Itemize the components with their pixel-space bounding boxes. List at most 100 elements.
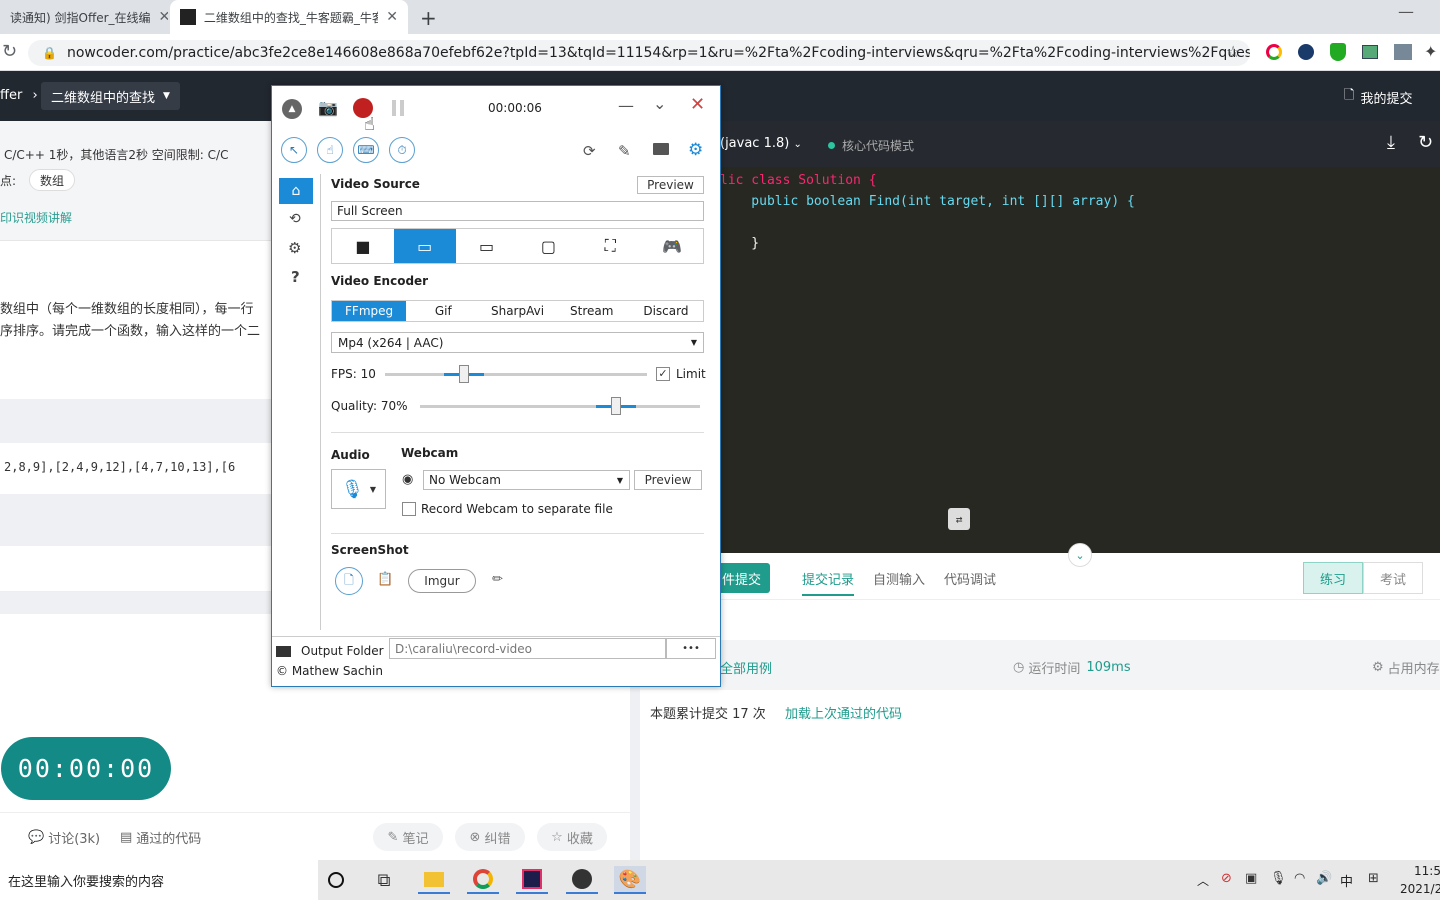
clipboard-icon[interactable]: 📋 — [377, 572, 393, 587]
browser-tab-1[interactable]: 读通知) 剑指Offer_在线编 ✕ — [0, 0, 168, 34]
settings-gear-icon[interactable]: ⚙ — [688, 140, 703, 160]
video-explain-link[interactable]: 印识视频讲解 — [0, 209, 72, 226]
exam-mode-button[interactable]: 考试 — [1363, 562, 1423, 594]
close-icon[interactable]: ✕ — [378, 9, 398, 25]
cortana-icon[interactable] — [320, 866, 352, 894]
extension-icon[interactable] — [1394, 44, 1412, 60]
chrome-extension-icon[interactable] — [1266, 44, 1282, 60]
report-error-button[interactable]: ⊗ 纠错 — [455, 823, 525, 851]
clock-date[interactable]: 2021/2 — [1400, 882, 1440, 896]
wifi-icon[interactable]: ◠ — [1294, 871, 1305, 886]
collapse-double-chevron-icon[interactable]: ⌄ — [653, 94, 666, 113]
limit-checkbox[interactable]: ✓ — [656, 367, 670, 381]
keyboard-layout-icon[interactable]: ⊞ — [1368, 871, 1379, 886]
video-source-field[interactable]: Full Screen — [331, 201, 704, 221]
monitor-source-icon[interactable]: ▭ — [456, 229, 518, 263]
tab-self-test[interactable]: 自测输入 — [873, 569, 925, 588]
encoder-discard[interactable]: Discard — [629, 301, 703, 321]
pencil-icon[interactable]: ✎ — [618, 142, 631, 160]
timer-tool-icon[interactable]: ⏱ — [389, 137, 415, 163]
discuss-link[interactable]: 💬 讨论(3k) — [28, 828, 100, 847]
tray-security-icon[interactable]: ▣ — [1245, 871, 1257, 886]
new-tab-button[interactable]: + — [420, 6, 437, 30]
click-tool-icon[interactable]: ☝ — [317, 137, 343, 163]
tray-microphone-icon[interactable]: 🎙 — [1270, 871, 1287, 886]
collapse-up-icon[interactable]: ▲ — [282, 99, 302, 119]
problem-switcher[interactable]: 二维数组中的查找 ▼ — [41, 82, 180, 110]
core-code-mode[interactable]: 核心代码模式 — [828, 137, 914, 154]
camera-icon[interactable]: 📷 — [318, 98, 338, 117]
tag-chip[interactable]: 数组 — [29, 169, 76, 191]
reload-icon[interactable]: ↻ — [2, 41, 17, 62]
task-view-icon[interactable]: ⧉ — [368, 866, 400, 894]
taskbar-search[interactable]: 在这里输入你要搜索的内容 — [0, 860, 318, 900]
preview-button[interactable]: Preview — [637, 176, 704, 194]
quality-slider-thumb[interactable] — [611, 397, 621, 415]
cursor-tool-icon[interactable]: ↖ — [281, 137, 307, 163]
tab-submit-records[interactable]: 提交记录 — [802, 569, 855, 596]
refresh-icon[interactable]: ⟳ — [583, 142, 596, 160]
close-icon[interactable]: ✕ — [690, 94, 705, 115]
encoder-stream[interactable]: Stream — [555, 301, 629, 321]
submit-button[interactable]: 件提交 — [720, 563, 770, 593]
translate-icon[interactable]: ⇄ — [948, 508, 970, 530]
clock-time[interactable]: 11:54 — [1414, 864, 1440, 878]
edit-pen-icon[interactable]: ✏ — [492, 572, 503, 587]
minimize-window-icon[interactable]: — — [1398, 2, 1414, 21]
all-cases-label[interactable]: 全部用例 — [720, 658, 772, 677]
record-webcam-checkbox[interactable] — [402, 502, 416, 516]
collapse-chevron-icon[interactable]: ⌄ — [1068, 543, 1092, 567]
practice-mode-button[interactable]: 练习 — [1303, 562, 1363, 594]
tray-app-icon[interactable]: ⊘ — [1221, 871, 1232, 886]
format-select[interactable]: Mp4 (x264 | AAC) ▼ — [331, 332, 704, 353]
webcam-preview-button[interactable]: Preview — [634, 470, 702, 490]
output-folder-path[interactable]: D:\caraliu\record-video — [389, 638, 666, 659]
image-extension-icon[interactable] — [1362, 45, 1378, 59]
extension-check-icon[interactable] — [1298, 44, 1314, 60]
encoder-sharpavi[interactable]: SharpAvi — [480, 301, 554, 321]
encoder-ffmpeg[interactable]: FFmpeg — [332, 301, 407, 321]
download-icon[interactable]: ⤓ — [1387, 132, 1395, 153]
close-icon[interactable]: ✕ — [151, 9, 168, 25]
pause-icon[interactable] — [392, 100, 404, 116]
window-source-icon[interactable]: ▢ — [517, 229, 579, 263]
fps-slider[interactable] — [385, 365, 647, 383]
quality-slider[interactable] — [420, 397, 700, 415]
favorite-button[interactable]: ☆ 收藏 — [537, 823, 607, 851]
home-icon[interactable]: ⌂ — [279, 178, 313, 204]
encoder-gif[interactable]: Gif — [406, 301, 480, 321]
volume-icon[interactable]: 🔊 — [1316, 871, 1332, 886]
puzzle-extension-icon[interactable]: ✦ — [1424, 42, 1437, 61]
imgur-button[interactable]: Imgur — [408, 569, 476, 593]
tab-debug[interactable]: 代码调试 — [944, 569, 996, 588]
folder-icon[interactable] — [653, 143, 669, 155]
fps-slider-thumb[interactable] — [459, 365, 469, 383]
audio-source-button[interactable]: 🎙 ▼ — [331, 469, 386, 509]
paint-icon[interactable]: 🎨 — [614, 866, 646, 894]
bookmark-star-icon[interactable]: ☆ — [1226, 42, 1240, 61]
ime-indicator[interactable]: 中 — [1340, 871, 1353, 890]
obs-recorder-icon[interactable] — [566, 866, 598, 894]
practice-timer[interactable]: 00:00:00 — [1, 737, 171, 800]
gamepad-source-icon[interactable]: 🎮 — [641, 229, 703, 263]
screen-source-icon[interactable]: ▭ — [393, 229, 456, 263]
screenshot-file-icon[interactable]: 🗋 — [335, 567, 363, 595]
webcam-select[interactable]: No Webcam ▼ — [423, 470, 630, 490]
passed-code-link[interactable]: ▤ 通过的代码 — [120, 828, 201, 847]
breadcrumb-prev[interactable]: ffer — [0, 88, 22, 103]
reset-icon[interactable]: ↻ — [1418, 132, 1433, 153]
browse-more-button[interactable]: ••• — [666, 638, 716, 659]
load-last-link[interactable]: 加载上次通过的代码 — [785, 703, 902, 722]
tray-chevron-icon[interactable]: ︿ — [1197, 872, 1209, 889]
file-explorer-icon[interactable] — [418, 866, 450, 894]
note-button[interactable]: ✎ 笔记 — [373, 823, 443, 851]
url-field[interactable]: 🔒 nowcoder.com/practice/abc3fe2ce8e14660… — [28, 40, 1250, 66]
minimize-icon[interactable]: — — [618, 96, 634, 115]
my-submissions-link[interactable]: 🗋 我的提交 — [1344, 86, 1412, 108]
browser-tab-2[interactable]: 二维数组中的查找_牛客题霸_牛客 ✕ — [170, 0, 408, 34]
language-select[interactable]: (javac 1.8) ⌄ — [720, 136, 802, 151]
chrome-icon[interactable] — [467, 866, 499, 894]
region-source-icon[interactable]: ⛶ — [579, 229, 641, 263]
gear-icon[interactable]: ⚙ — [288, 239, 301, 257]
keystroke-tool-icon[interactable]: ⌨ — [353, 137, 379, 163]
